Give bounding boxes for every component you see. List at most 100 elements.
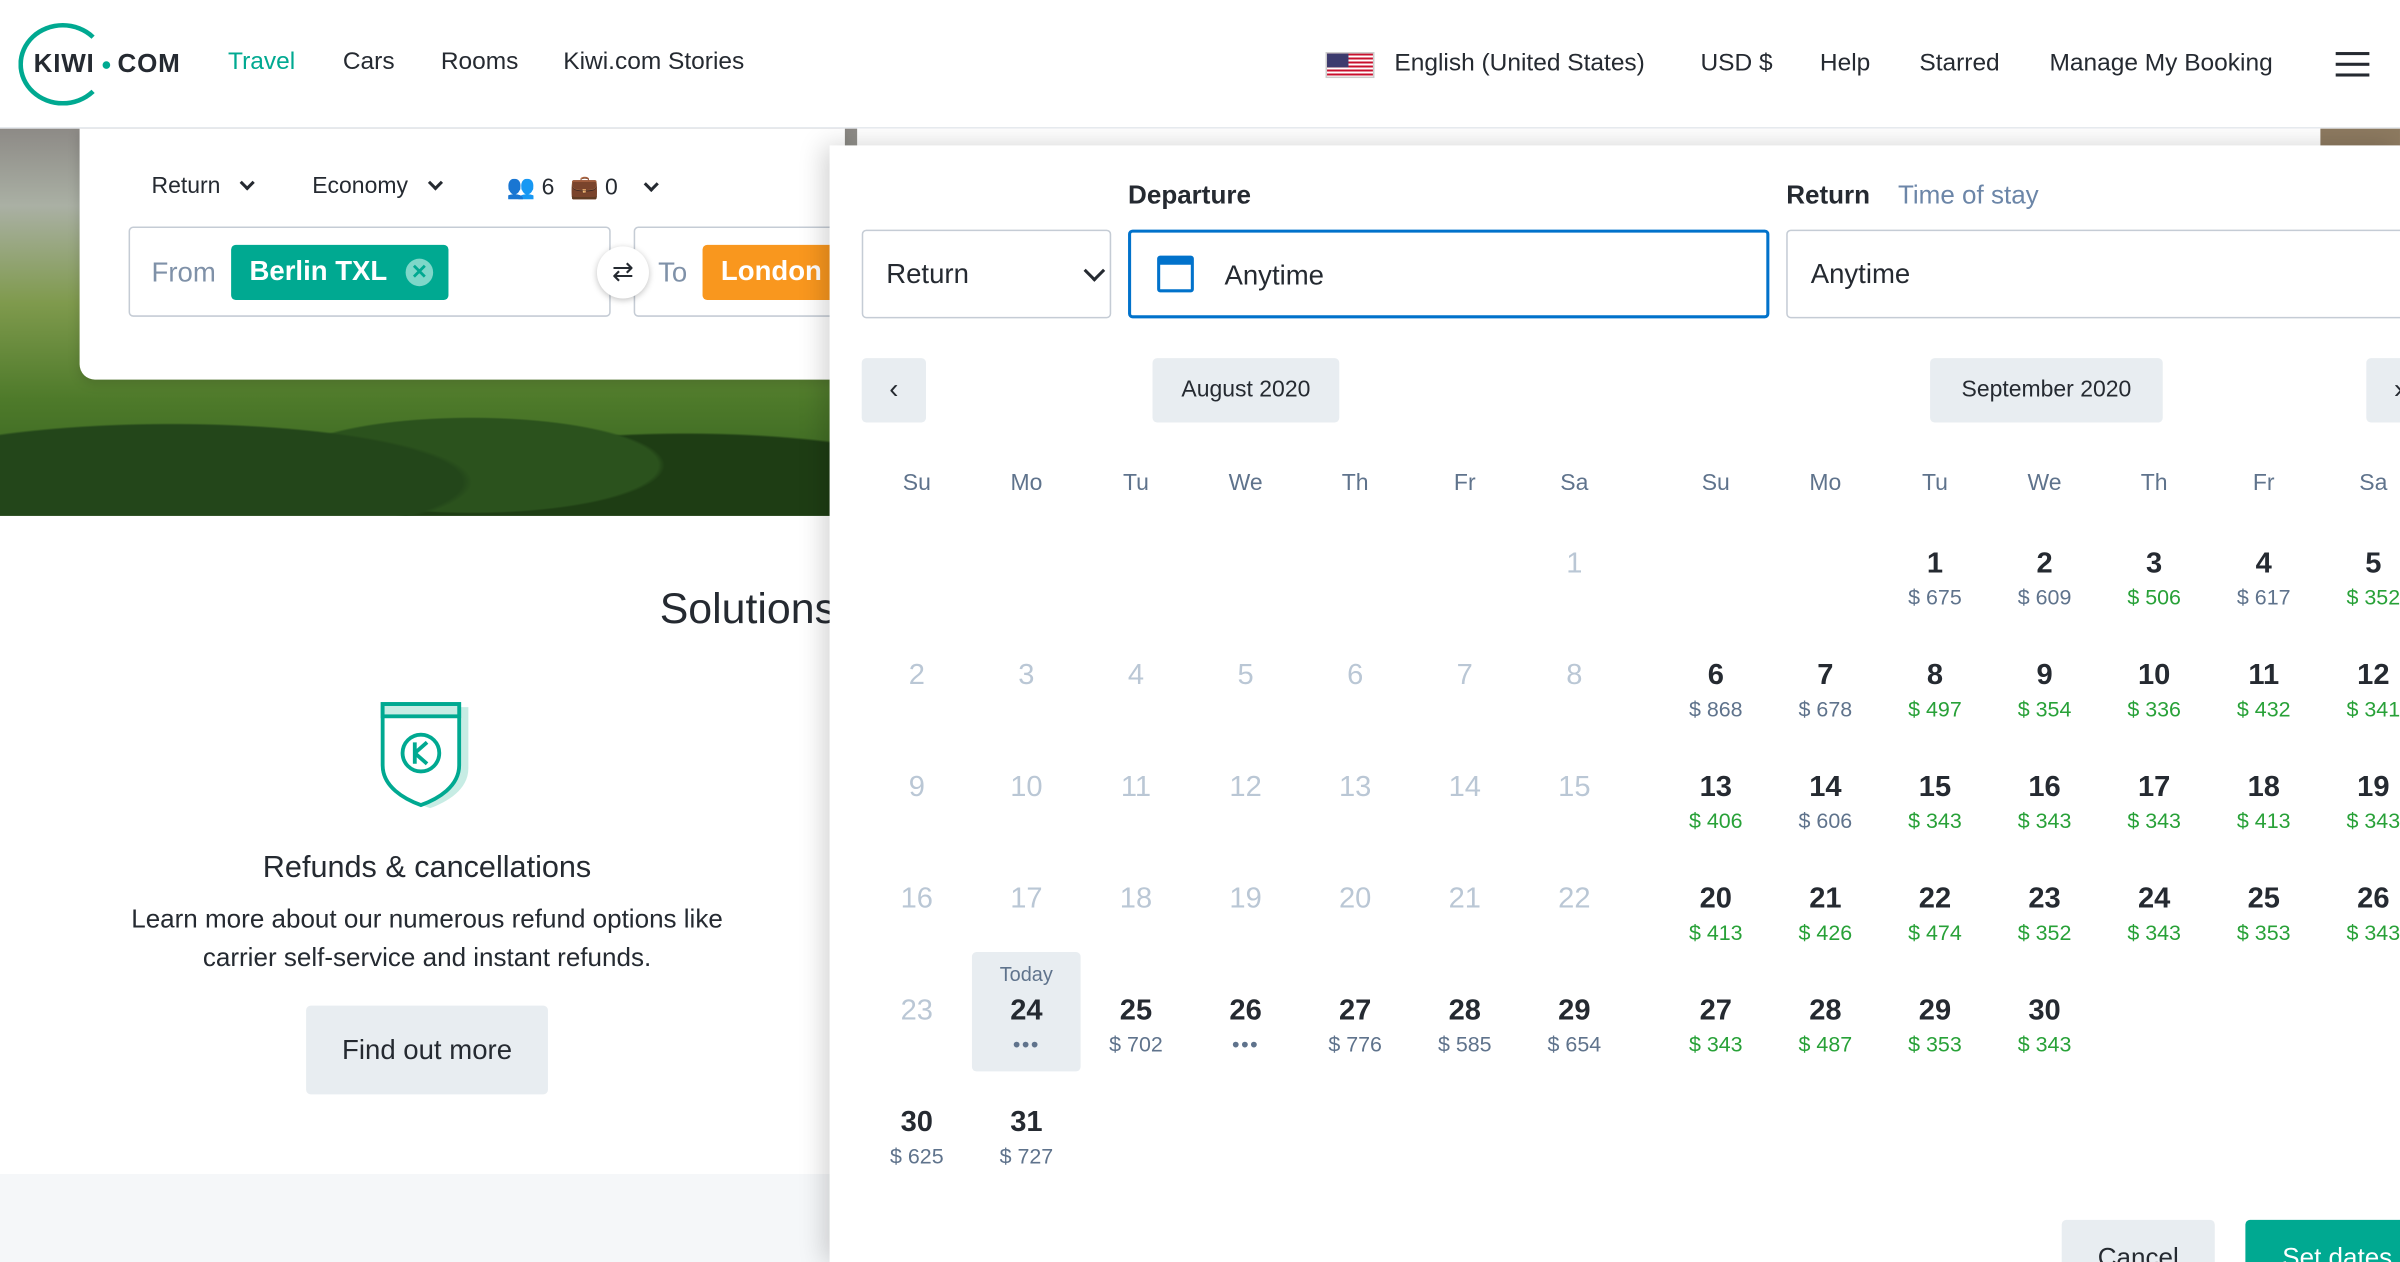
calendar-day: 5	[1200, 660, 1292, 694]
to-place-chip[interactable]: London	[702, 244, 841, 300]
footer-band	[0, 1173, 858, 1262]
day-number: 29	[1918, 994, 1952, 1028]
nav-travel[interactable]: Travel	[228, 49, 295, 77]
manage-booking-link[interactable]: Manage My Booking	[2049, 51, 2272, 79]
calendar-day[interactable]: 24 $ 343	[2108, 883, 2200, 944]
calendar-day: 22	[1528, 883, 1620, 917]
day-number: 13	[1699, 771, 1732, 804]
cabin-class-dropdown[interactable]: Economy	[312, 173, 443, 199]
calendar-day[interactable]: 12 $ 341	[2327, 660, 2400, 721]
calendar-day: 9	[871, 771, 963, 805]
day-price: $ 406	[1688, 808, 1743, 833]
weekday-header: We	[2027, 469, 2062, 496]
next-month-button[interactable]: ›	[2366, 358, 2400, 423]
nav-cars[interactable]: Cars	[343, 49, 395, 77]
day-number: 15	[1558, 771, 1591, 804]
day-number: 28	[1809, 994, 1842, 1028]
calendar-day[interactable]: 25 $ 353	[2218, 883, 2310, 944]
calendar-day[interactable]: 16 $ 343	[1999, 771, 2091, 832]
nav-rooms[interactable]: Rooms	[441, 49, 519, 77]
calendar-day[interactable]: 20 $ 413	[1670, 883, 1762, 944]
calendar-day[interactable]: 5 $ 352	[2327, 548, 2400, 609]
calendar-day[interactable]: 29 $ 654	[1528, 995, 1620, 1056]
time-of-stay-tab[interactable]: Time of stay	[1898, 181, 2039, 212]
calendar-day[interactable]: 8 $ 497	[1889, 660, 1981, 721]
day-price: $ 353	[1908, 1031, 1962, 1057]
calendar-day[interactable]: 6 $ 868	[1670, 660, 1762, 721]
calendar-day[interactable]: 7 $ 678	[1779, 660, 1871, 721]
us-flag-icon[interactable]	[1325, 52, 1375, 79]
calendar-day[interactable]: 10 $ 336	[2108, 660, 2200, 721]
calendar-day[interactable]: 25 $ 702	[1090, 995, 1182, 1056]
calendar-day[interactable]: 28 $ 487	[1779, 995, 1871, 1056]
calendar-day[interactable]: 24 •••	[980, 995, 1072, 1056]
hero-background-edge	[2320, 128, 2400, 147]
cancel-button[interactable]: Cancel	[2061, 1219, 2215, 1262]
calendar-day: 17	[980, 883, 1072, 917]
hamburger-menu-icon[interactable]	[2335, 52, 2370, 77]
return-date-input[interactable]: Anytime	[1786, 229, 2400, 319]
calendar-day: 3	[980, 660, 1072, 694]
calendar-day[interactable]: 9 $ 354	[1999, 660, 2091, 721]
day-number: 7	[1456, 659, 1473, 692]
day-price: $ 343	[2346, 919, 2400, 945]
day-price: $ 506	[2127, 584, 2181, 610]
day-price: $ 354	[2017, 696, 2072, 721]
calendar-day[interactable]: 14 $ 606	[1779, 771, 1871, 832]
calendar-day[interactable]: 2 $ 609	[1999, 548, 2091, 609]
trip-type-select[interactable]: Return	[861, 229, 1112, 319]
starred-link[interactable]: Starred	[1919, 51, 1999, 79]
day-number: 10	[1010, 771, 1043, 804]
calendar-day[interactable]: 31 $ 727	[980, 1107, 1072, 1168]
language-selector[interactable]: English (United States)	[1394, 51, 1644, 79]
departure-date-input[interactable]: Anytime	[1128, 229, 1770, 319]
calendar-day[interactable]: 13 $ 406	[1670, 771, 1762, 832]
calendar-day[interactable]: 4 $ 617	[2218, 548, 2310, 609]
day-number: 24	[2137, 883, 2171, 916]
calendar-day[interactable]: 23 $ 352	[1999, 883, 2091, 944]
calendar-day[interactable]: 26 •••	[1200, 995, 1292, 1056]
currency-selector[interactable]: USD $	[1700, 51, 1772, 79]
help-link[interactable]: Help	[1820, 51, 1870, 79]
find-out-more-button[interactable]: Find out more	[306, 1005, 548, 1095]
calendar-day: 2	[871, 660, 963, 694]
calendar-day[interactable]: 28 $ 585	[1419, 995, 1511, 1056]
passengers-bags-dropdown[interactable]: 👥 6 💼 0	[507, 173, 659, 201]
calendar-day[interactable]: 29 $ 353	[1889, 995, 1981, 1056]
day-number: 2	[2036, 547, 2053, 581]
nav-stories[interactable]: Kiwi.com Stories	[563, 49, 744, 77]
set-dates-button[interactable]: Set dates	[2245, 1219, 2400, 1262]
calendar-day: 15	[1528, 771, 1620, 805]
calendar-day: 19	[1200, 883, 1292, 917]
calendar-day[interactable]: 17 $ 343	[2108, 771, 2200, 832]
calendar-day[interactable]: 26 $ 343	[2327, 883, 2400, 944]
calendar-day[interactable]: 22 $ 474	[1889, 883, 1981, 944]
calendar-day[interactable]: 19 $ 343	[2327, 771, 2400, 832]
calendar-day: 10	[980, 771, 1072, 805]
refunds-description: Learn more about our numerous refund opt…	[131, 904, 723, 972]
calendar-day[interactable]: 15 $ 343	[1889, 771, 1981, 832]
calendar-day[interactable]: 21 $ 426	[1779, 883, 1871, 944]
calendar-day[interactable]: 3 $ 506	[2108, 548, 2200, 609]
calendar-day[interactable]: 11 $ 432	[2218, 660, 2310, 721]
calendar-day[interactable]: 30 $ 625	[871, 1107, 963, 1168]
calendar-day[interactable]: 18 $ 413	[2218, 771, 2310, 832]
trip-type-dropdown[interactable]: Return	[152, 173, 255, 199]
kiwi-logo[interactable]: KIWI COM	[18, 22, 189, 106]
day-number: 14	[1448, 771, 1481, 804]
calendar-day[interactable]: 1 $ 675	[1889, 548, 1981, 609]
day-number: 20	[1338, 883, 1372, 916]
previous-month-button[interactable]: ‹	[861, 358, 927, 423]
day-number: 19	[2357, 771, 2390, 804]
calendar-day[interactable]: 27 $ 343	[1670, 995, 1762, 1056]
calendar-day[interactable]: 27 $ 776	[1309, 995, 1401, 1056]
month-title-september[interactable]: September 2020	[1930, 358, 2163, 423]
calendar-day: 11	[1090, 771, 1182, 805]
remove-place-icon[interactable]: ✕	[405, 258, 434, 287]
day-number: 23	[2028, 883, 2061, 916]
swap-places-icon[interactable]: ⇄	[596, 246, 649, 299]
weekday-header: Th	[2140, 469, 2168, 496]
calendar-day[interactable]: 30 $ 343	[1999, 995, 2091, 1056]
month-title-august[interactable]: August 2020	[1152, 358, 1340, 423]
day-price: $ 487	[1798, 1031, 1853, 1057]
